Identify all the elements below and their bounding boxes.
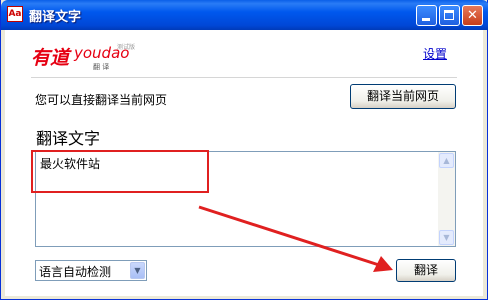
window-title: 翻译文字 xyxy=(29,10,82,25)
logo-brand-cn: 有道 xyxy=(31,47,72,69)
page-translate-hint: 您可以直接翻译当前网页 xyxy=(35,93,168,107)
scroll-up-icon[interactable]: ▲ xyxy=(439,153,454,168)
annotation-highlight-box xyxy=(31,150,209,193)
language-select[interactable]: 语言自动检测 ▼ xyxy=(35,260,147,281)
scroll-down-icon[interactable]: ▼ xyxy=(439,230,454,245)
logo-badge: 测试版 xyxy=(117,43,135,51)
youdao-logo: 有道 youdao 测试版 翻 译 xyxy=(31,43,135,70)
close-button[interactable] xyxy=(462,5,483,26)
logo-sub: 翻 译 xyxy=(93,62,109,70)
app-window: Aa 翻译文字 有道 youdao 测试版 翻 译 设置 您可以直接翻译当前网页… xyxy=(0,0,488,300)
section-heading: 翻译文字 xyxy=(36,129,101,148)
translate-button[interactable]: 翻译 xyxy=(396,259,456,282)
app-logo-icon: Aa xyxy=(7,6,23,22)
vertical-scrollbar[interactable]: ▲ ▼ xyxy=(438,152,455,246)
divider xyxy=(31,77,457,78)
minimize-button[interactable] xyxy=(416,5,437,26)
title-bar[interactable]: Aa 翻译文字 xyxy=(1,0,488,30)
settings-link[interactable]: 设置 xyxy=(423,45,447,62)
chevron-down-icon[interactable]: ▼ xyxy=(130,262,145,279)
language-select-value: 语言自动检测 xyxy=(39,265,112,279)
maximize-button[interactable] xyxy=(439,5,460,26)
translate-page-button[interactable]: 翻译当前网页 xyxy=(350,84,456,109)
